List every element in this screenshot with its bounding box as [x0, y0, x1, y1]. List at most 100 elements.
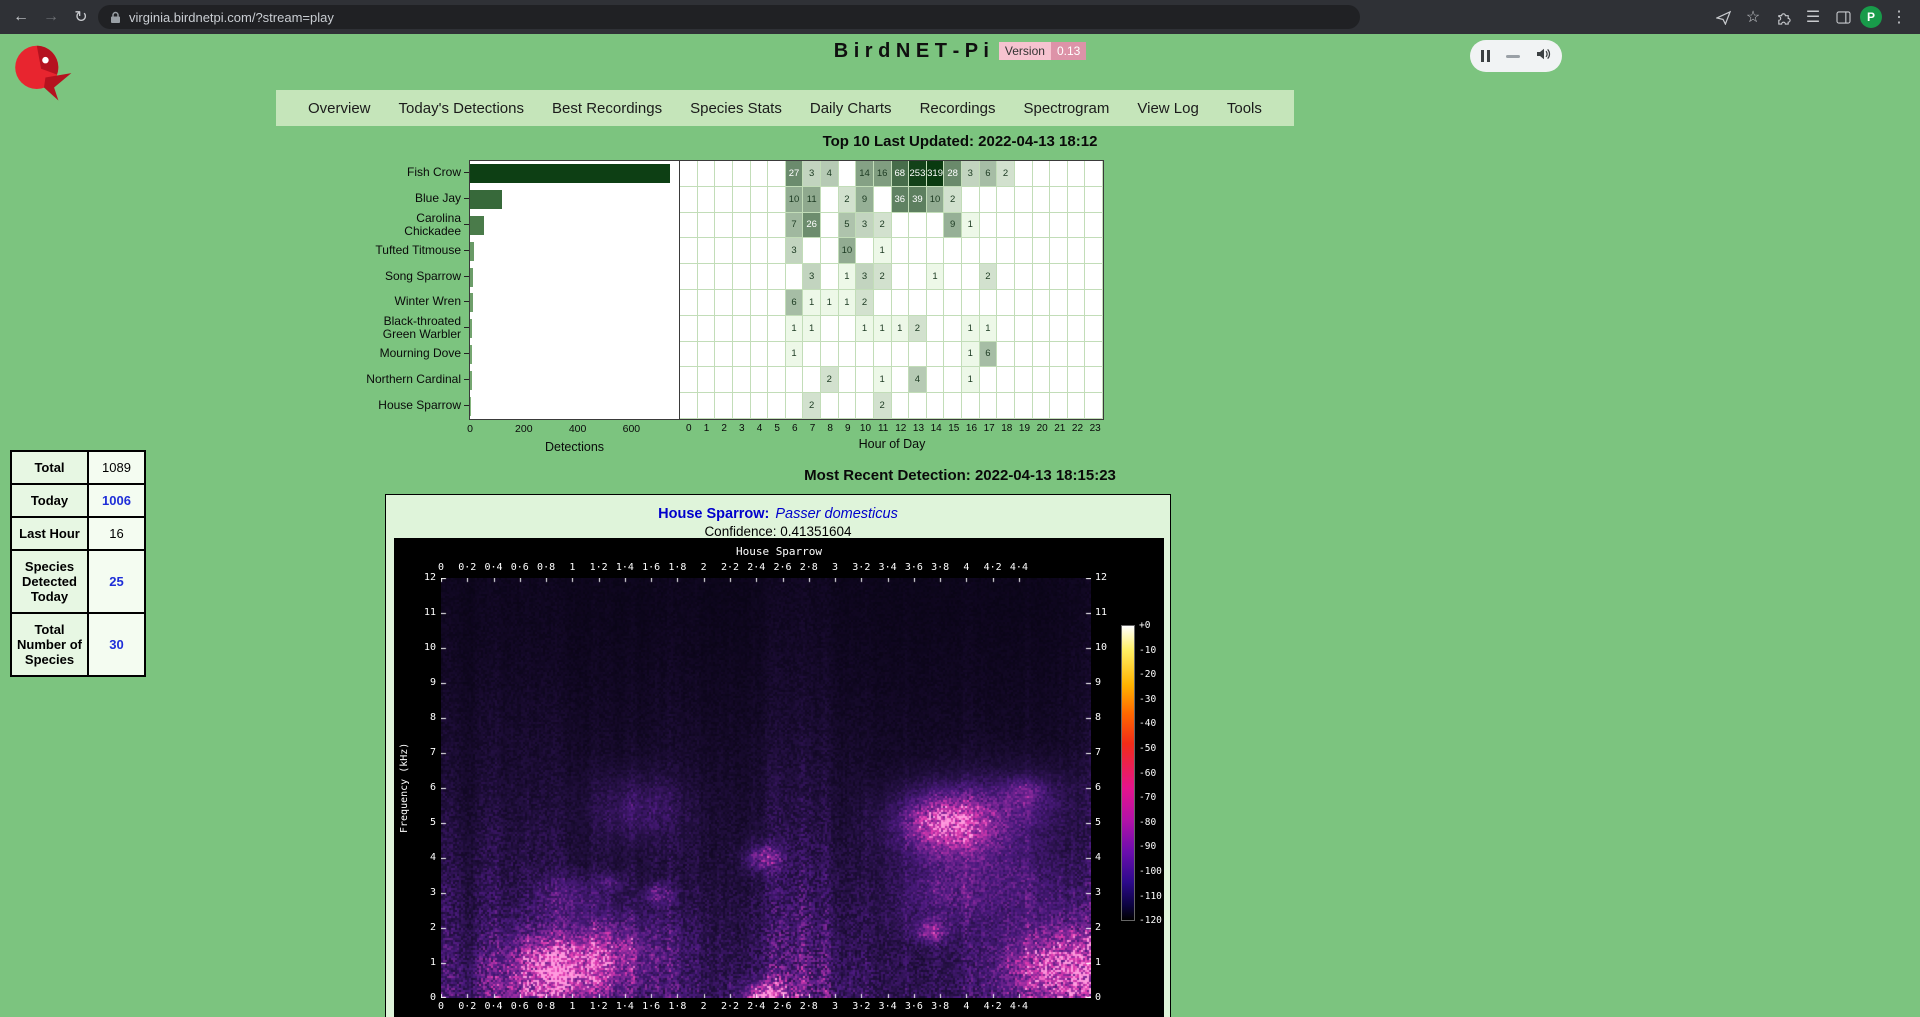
time-tick-label: 0·8: [537, 1001, 555, 1012]
time-tick-label: 4: [963, 1001, 969, 1012]
extensions-puzzle-icon[interactable]: [1770, 4, 1796, 30]
nav-item-best-recordings[interactable]: Best Recordings: [552, 100, 662, 117]
detection-count-bar: [470, 397, 471, 416]
stats-value[interactable]: 30: [88, 613, 145, 676]
nav-item-species-stats[interactable]: Species Stats: [690, 100, 782, 117]
heatmap-cell: [751, 187, 769, 213]
heatmap-cell: [874, 342, 892, 368]
heatmap-cell: 1: [856, 316, 874, 342]
nav-item-today-s-detections[interactable]: Today's Detections: [399, 100, 524, 117]
reading-list-icon[interactable]: ☰: [1800, 4, 1826, 30]
heatmap-cell: [839, 161, 857, 187]
nav-item-overview[interactable]: Overview: [308, 100, 371, 117]
time-tick-label: 3·2: [852, 1001, 870, 1012]
time-tick-label: 2: [701, 1001, 707, 1012]
heatmap-cell: [997, 238, 1015, 264]
audio-player[interactable]: [1470, 40, 1562, 72]
heatmap-cell: [980, 213, 998, 239]
heatmap-cell: [733, 342, 751, 368]
version-badge-label: Version: [999, 42, 1051, 60]
freq-tick-label: 9: [416, 677, 436, 688]
heatmap-cell: [715, 187, 733, 213]
bookmark-star-icon[interactable]: ☆: [1740, 4, 1766, 30]
db-tick-label: -20: [1139, 669, 1156, 680]
url-bar[interactable]: virginia.birdnetpi.com/?stream=play: [98, 5, 1360, 29]
audio-scrubber[interactable]: [1506, 55, 1520, 58]
birdnet-pi-page: B i r d N E T - P iVersion0.13 OverviewT…: [0, 34, 1920, 1017]
heatmap-cell: [715, 316, 733, 342]
heatmap-cell: [1033, 342, 1051, 368]
menu-kebab-icon[interactable]: ⋮: [1886, 4, 1912, 30]
heatmap-cell: [821, 316, 839, 342]
time-tick-label: 3·6: [905, 562, 923, 573]
heatmap-cell: 27: [786, 161, 804, 187]
heatmap-cell: 39: [909, 187, 927, 213]
db-tick-label: -50: [1139, 743, 1156, 754]
heatmap-cell: [803, 367, 821, 393]
send-icon[interactable]: [1710, 4, 1736, 30]
volume-icon[interactable]: [1535, 46, 1551, 67]
heatmap-cell: 1: [839, 290, 857, 316]
heatmap-cell: [751, 342, 769, 368]
top10-chart: Fish CrowBlue JayCarolina ChickadeeTufte…: [300, 160, 1110, 460]
heatmap-cell: [821, 187, 839, 213]
heatmap-cell: 253: [909, 161, 927, 187]
freq-tick-label: 7: [1095, 747, 1115, 758]
heatmap-cell: [698, 290, 716, 316]
time-tick-label: 4: [963, 562, 969, 573]
freq-tick-label: 4: [1095, 852, 1115, 863]
nav-item-daily-charts[interactable]: Daily Charts: [810, 100, 892, 117]
back-icon[interactable]: ←: [8, 4, 34, 30]
nav-item-view-log[interactable]: View Log: [1137, 100, 1198, 117]
heatmap-cell: [909, 238, 927, 264]
bar-tick-label: 200: [515, 423, 533, 435]
heatmap-cell: [733, 264, 751, 290]
bar-row: [470, 238, 679, 264]
heatmap-cell: 1: [962, 367, 980, 393]
heatmap-cell: [944, 342, 962, 368]
heatmap-cell: [962, 187, 980, 213]
stats-value[interactable]: 1006: [88, 484, 145, 517]
detection-species-line: House Sparrow:Passer domesticus: [386, 506, 1170, 522]
heatmap-cell: [768, 342, 786, 368]
heatmap-cell: [1068, 393, 1086, 419]
heatmap-cell: [944, 290, 962, 316]
freq-tick-label: 12: [416, 572, 436, 583]
heatmap-cell: 319: [927, 161, 945, 187]
forward-icon[interactable]: →: [38, 4, 64, 30]
time-tick-label: 1·2: [590, 1001, 608, 1012]
hour-axis-ticks: 01234567891011121314151617181920212223: [680, 423, 1104, 434]
nav-item-spectrogram[interactable]: Spectrogram: [1023, 100, 1109, 117]
heatmap-cell: [803, 342, 821, 368]
pause-icon[interactable]: [1481, 50, 1490, 62]
reload-icon[interactable]: ↻: [68, 4, 94, 30]
nav-item-tools[interactable]: Tools: [1227, 100, 1262, 117]
heatmap-cell: [1015, 187, 1033, 213]
heatmap-cell: [874, 290, 892, 316]
heatmap-cell: [997, 342, 1015, 368]
nav-item-recordings[interactable]: Recordings: [920, 100, 996, 117]
species-label: Blue Jay: [300, 186, 469, 212]
profile-avatar[interactable]: P: [1860, 6, 1882, 28]
stats-value[interactable]: 25: [88, 550, 145, 613]
freq-tick-label: 1: [1095, 957, 1115, 968]
side-panel-icon[interactable]: [1830, 4, 1856, 30]
heatmap-cell: [1085, 290, 1103, 316]
heatmap-cell: [751, 367, 769, 393]
detection-species[interactable]: House Sparrow:: [658, 506, 769, 522]
time-tick-label: 2·2: [721, 1001, 739, 1012]
recent-detection-heading: Most Recent Detection: 2022-04-13 18:15:…: [0, 467, 1920, 484]
heatmap-cell: [892, 367, 910, 393]
heatmap-cell: [768, 187, 786, 213]
hour-tick-label: 20: [1033, 423, 1051, 434]
hour-tick-label: 4: [751, 423, 769, 434]
heatmap-cell: 2: [874, 213, 892, 239]
heatmap-cell: [1068, 290, 1086, 316]
time-tick-label: 0·2: [458, 562, 476, 573]
time-tick-label: 3: [832, 1001, 838, 1012]
detection-count-bar: [470, 216, 484, 235]
heatmap-cell: [1033, 264, 1051, 290]
heatmap-cell: [1033, 393, 1051, 419]
heatmap-cell: [1033, 213, 1051, 239]
stats-label: Last Hour: [11, 517, 88, 550]
